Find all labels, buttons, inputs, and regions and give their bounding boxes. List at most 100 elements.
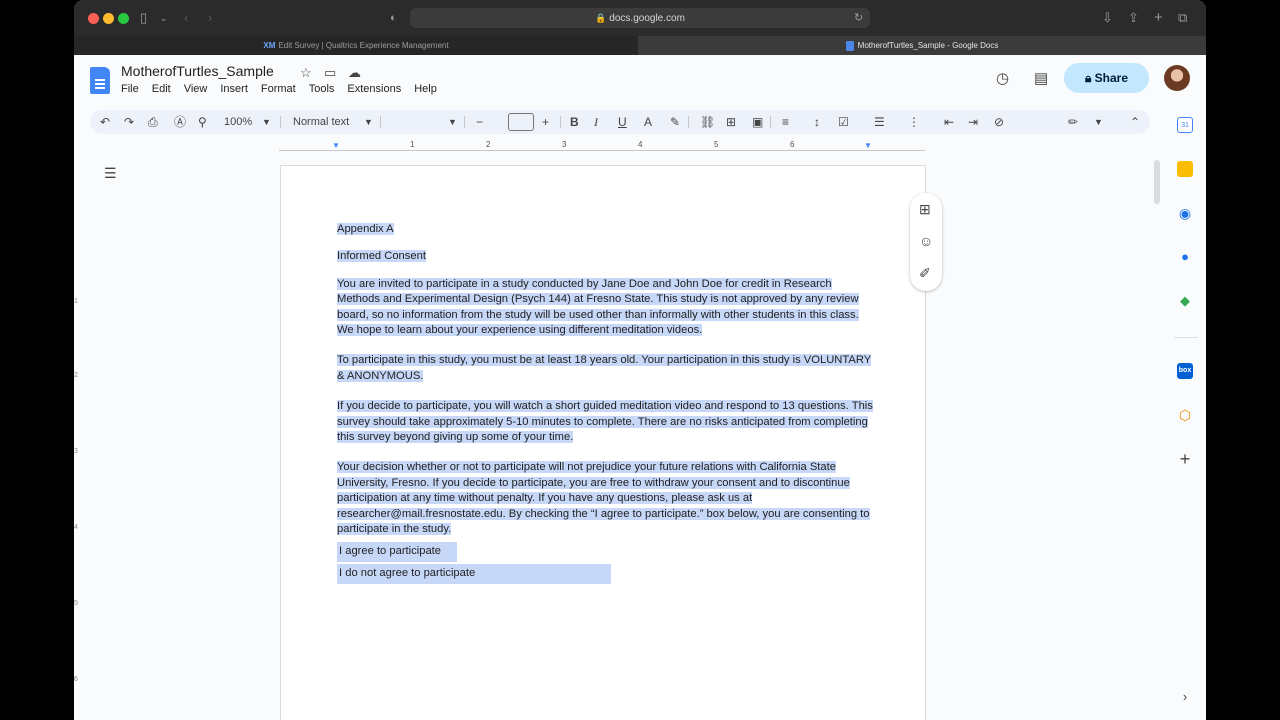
office-addon-icon[interactable]: ⬡ — [1177, 407, 1193, 423]
tab-qualtrics[interactable]: XM Edit Survey | Qualtrics Experience Man… — [74, 36, 638, 55]
document-title[interactable]: MotherofTurtles_Sample — [121, 63, 274, 79]
menu-extensions[interactable]: Extensions — [347, 83, 401, 95]
zoom-window-button[interactable] — [118, 13, 129, 24]
undo-icon[interactable]: ↶ — [100, 113, 110, 131]
menu-file[interactable]: File — [121, 83, 139, 95]
share-button[interactable]: 🔒︎ Share — [1064, 63, 1149, 93]
reload-icon[interactable]: ↻ — [854, 9, 863, 27]
document-body[interactable]: Appendix A Informed Consent You are invi… — [337, 222, 877, 584]
document-outline-icon[interactable]: ☰ — [104, 165, 117, 182]
chevron-down-icon[interactable]: ▼ — [1094, 113, 1103, 131]
tab-bar: XM Edit Survey | Qualtrics Experience Man… — [74, 36, 1206, 55]
tab-overview-icon[interactable]: ⧉ — [1178, 9, 1187, 27]
bold-icon[interactable]: B — [570, 113, 579, 131]
emoji-reaction-icon[interactable]: ☺ — [919, 233, 933, 249]
minimize-window-button[interactable] — [103, 13, 114, 24]
close-window-button[interactable] — [88, 13, 99, 24]
add-addon-icon[interactable]: + — [1177, 450, 1193, 468]
menu-view[interactable]: View — [184, 83, 208, 95]
comments-icon[interactable]: ▤ — [1034, 69, 1048, 87]
scrollbar[interactable] — [1154, 160, 1160, 204]
version-history-icon[interactable]: ◷ — [996, 69, 1009, 87]
maps-icon[interactable]: ◆ — [1177, 293, 1193, 309]
bulleted-list-icon[interactable]: ☰ — [874, 113, 885, 131]
increase-font-size-icon[interactable]: + — [542, 113, 549, 131]
checklist-icon[interactable]: ☑ — [838, 113, 849, 131]
disagree-option: I do not agree to participate — [337, 563, 611, 584]
cloud-status-icon[interactable]: ☁ — [348, 65, 361, 81]
share-sheet-icon[interactable]: ⇪ — [1128, 9, 1139, 27]
add-comment-icon[interactable]: ⊞ — [919, 201, 931, 218]
suggest-edits-icon[interactable]: ✐ — [919, 265, 931, 282]
decrease-indent-icon[interactable]: ⇤ — [944, 113, 954, 131]
highlight-icon[interactable]: ✎ — [670, 113, 680, 131]
document-page[interactable]: Appendix A Informed Consent You are invi… — [280, 165, 926, 720]
menu-insert[interactable]: Insert — [220, 83, 248, 95]
chevron-down-icon[interactable]: ▼ — [448, 113, 457, 131]
keep-icon[interactable] — [1177, 161, 1193, 177]
menu-tools[interactable]: Tools — [309, 83, 335, 95]
ruler-number: 4 — [74, 524, 78, 531]
lock-icon: 🔒︎ — [1084, 71, 1095, 85]
link-icon[interactable]: ⛓ — [700, 113, 715, 131]
paint-format-icon[interactable]: ⚲ — [198, 113, 207, 131]
redo-icon[interactable]: ↷ — [124, 113, 134, 131]
tab-google-docs[interactable]: MotherofTurtles_Sample - Google Docs — [638, 36, 1206, 55]
calendar-icon[interactable]: 31 — [1177, 117, 1193, 133]
spellcheck-icon[interactable]: Ⓐ — [174, 113, 186, 131]
ruler-number: 3 — [74, 448, 78, 455]
new-tab-icon[interactable]: + — [1154, 9, 1163, 27]
style-select[interactable]: Normal text — [293, 113, 349, 131]
formatting-toolbar: ↶ ↷ ⎙ Ⓐ ⚲ 100% ▼ Normal text ▼ ▼ − + B I… — [90, 110, 1150, 134]
zoom-select[interactable]: 100% — [224, 113, 252, 131]
left-indent-marker[interactable]: ▼ — [332, 141, 340, 150]
back-icon[interactable]: ‹ — [184, 9, 188, 27]
chevron-down-icon[interactable]: ▼ — [262, 113, 271, 131]
forward-icon[interactable]: › — [208, 9, 212, 27]
ruler-number: 6 — [74, 676, 78, 683]
add-comment-icon[interactable]: ⊞ — [726, 113, 736, 131]
menu-edit[interactable]: Edit — [152, 83, 171, 95]
address-bar[interactable]: 🔒 docs.google.com — [410, 8, 870, 28]
clear-formatting-icon[interactable]: ⊘ — [994, 113, 1004, 131]
divider — [464, 116, 465, 128]
font-size-input[interactable] — [508, 113, 534, 131]
decrease-font-size-icon[interactable]: − — [476, 113, 483, 131]
download-icon[interactable]: ⇩ — [1102, 9, 1113, 27]
underline-icon[interactable]: U — [618, 113, 627, 131]
ruler-number: 5 — [74, 600, 78, 607]
box-addon-icon[interactable]: box — [1177, 363, 1193, 379]
move-folder-icon[interactable]: ▭ — [324, 65, 336, 81]
menu-format[interactable]: Format — [261, 83, 296, 95]
side-panel: 31 ◉ ● ◆ box ⬡ + › — [1166, 105, 1206, 720]
chevron-down-icon[interactable]: ▼ — [364, 113, 373, 131]
print-icon[interactable]: ⎙ — [148, 113, 158, 131]
text-color-icon[interactable]: A — [644, 113, 652, 131]
right-indent-marker[interactable]: ▼ — [864, 141, 872, 150]
align-icon[interactable]: ≡ — [782, 113, 789, 131]
docs-logo-icon[interactable] — [90, 67, 110, 94]
collapse-menus-icon[interactable]: ⌃ — [1130, 113, 1140, 131]
numbered-list-icon[interactable]: ⋮ — [908, 113, 920, 131]
ruler-number: 2 — [74, 372, 78, 379]
tab-label: MotherofTurtles_Sample - Google Docs — [857, 41, 999, 50]
contacts-icon[interactable]: ● — [1177, 249, 1193, 265]
tasks-icon[interactable]: ◉ — [1177, 205, 1193, 221]
image-icon[interactable]: ▣ — [752, 113, 763, 131]
sidebar-icon[interactable]: ▯ — [140, 9, 147, 27]
menu-help[interactable]: Help — [414, 83, 437, 95]
avatar[interactable] — [1164, 65, 1190, 91]
menu-bar: File Edit View Insert Format Tools Exten… — [121, 83, 450, 95]
editing-mode-icon[interactable]: ✏ — [1068, 113, 1078, 131]
privacy-shield-icon[interactable]: ◐ — [390, 9, 397, 27]
divider — [770, 116, 771, 128]
chevron-down-icon[interactable]: ⌄ — [160, 9, 168, 27]
increase-indent-icon[interactable]: ⇥ — [968, 113, 978, 131]
divider — [688, 116, 689, 128]
chevron-right-icon[interactable]: › — [1177, 689, 1193, 705]
ruler-number: 4 — [638, 140, 643, 149]
star-icon[interactable]: ☆ — [300, 65, 312, 81]
line-spacing-icon[interactable]: ↕ — [814, 113, 820, 131]
ruler-number: 5 — [714, 140, 719, 149]
italic-icon[interactable]: I — [594, 113, 598, 131]
